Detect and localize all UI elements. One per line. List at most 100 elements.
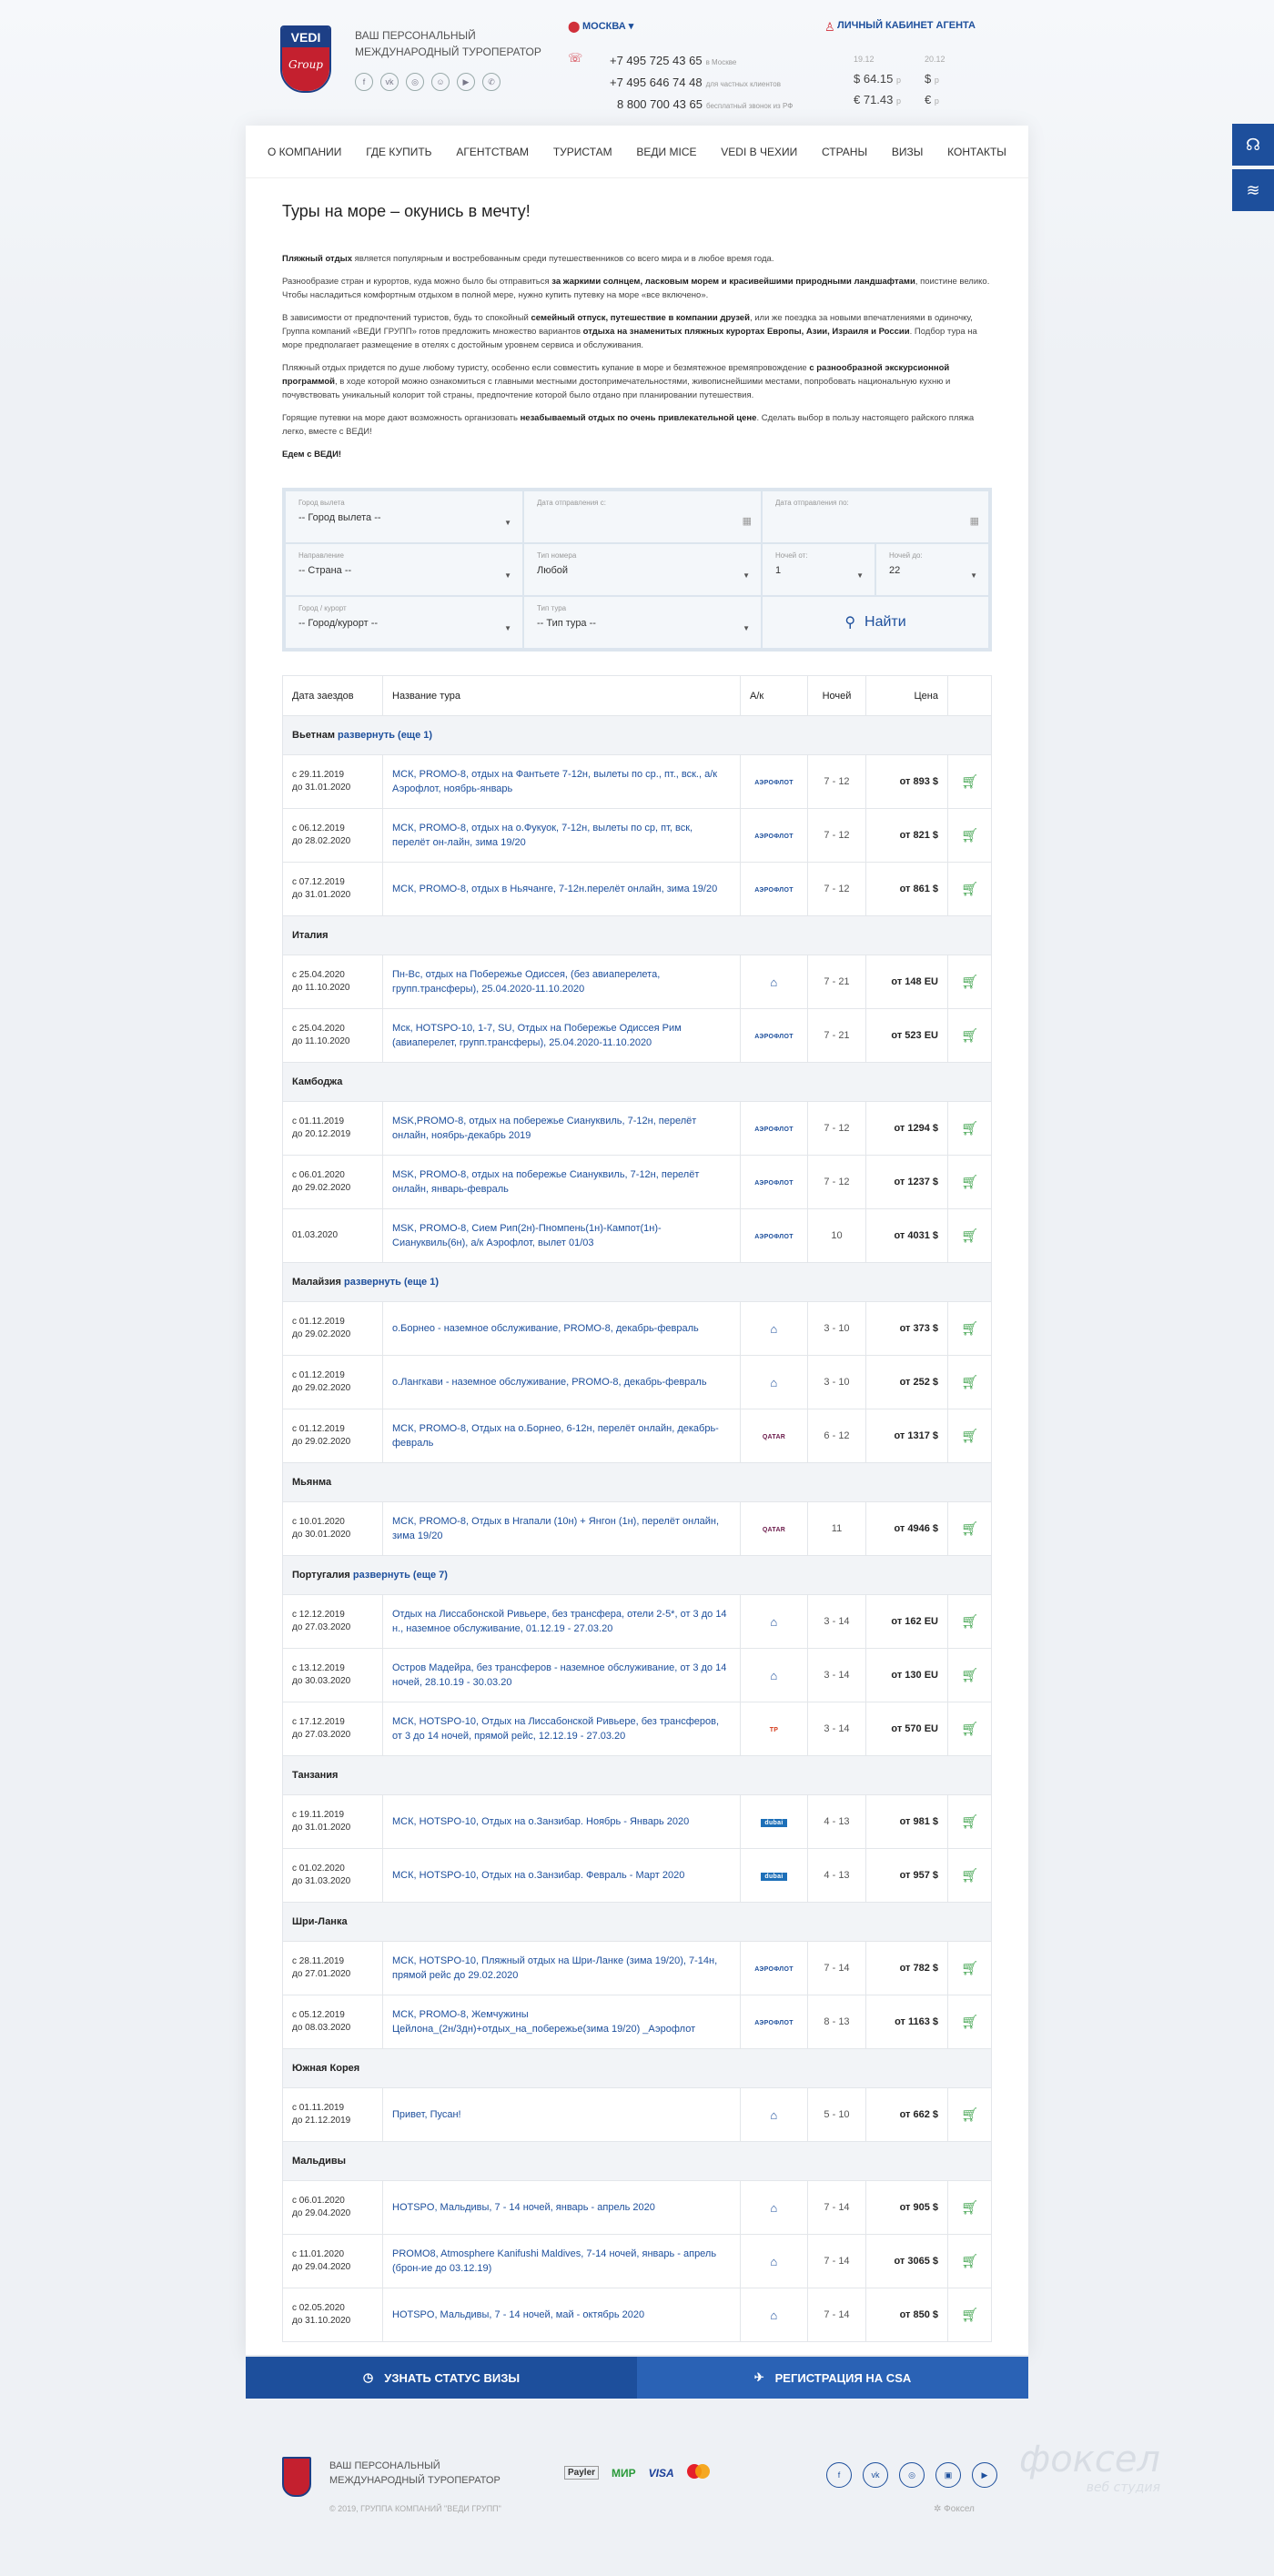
tour-link[interactable]: МСК, PROMO-8, Отдых в Нгапали (10н) + Ян… xyxy=(392,1516,719,1541)
tour-link[interactable]: МСК, PROMO-8, отдых на Фантьете 7-12н, в… xyxy=(392,769,717,794)
youtube-icon[interactable]: ▶ xyxy=(457,73,475,91)
cart-icon[interactable]: 🛒︎ xyxy=(947,2087,992,2142)
nav-where-buy[interactable]: ГДЕ КУПИТЬ xyxy=(357,126,440,177)
tour-link[interactable]: МСК, HOTSPO-10, Отдых на о.Занзибар. Ноя… xyxy=(392,1816,689,1827)
tour-link[interactable]: MSK,PROMO-8, отдых на побережье Сианукви… xyxy=(392,1116,696,1141)
instagram-icon[interactable]: ◎ xyxy=(899,2462,925,2488)
cart-icon[interactable]: 🛒︎ xyxy=(947,1794,992,1849)
cart-icon[interactable]: 🛒︎ xyxy=(947,1941,992,1995)
cart-icon[interactable]: 🛒︎ xyxy=(947,1155,992,1209)
date-to-field[interactable]: Дата отправления по: ▦ xyxy=(763,491,988,542)
vk-icon[interactable]: vk xyxy=(863,2462,888,2488)
agent-cabinet-link[interactable]: ЛИЧНЫЙ КАБИНЕТ АГЕНТА xyxy=(837,20,976,31)
nav-visas[interactable]: ВИЗЫ xyxy=(883,126,933,177)
vedi-logo[interactable]: VEDI Group xyxy=(280,25,331,93)
tour-link[interactable]: PROMO8, Atmosphere Kanifushi Maldives, 7… xyxy=(392,2248,716,2274)
nights-from-select[interactable]: Ночей от: 1 ▼ xyxy=(763,544,875,595)
tour-link[interactable]: МСК, PROMO-8, Отдых на о.Борнео, 6-12н, … xyxy=(392,1423,719,1449)
cart-icon[interactable]: 🛒︎ xyxy=(947,1355,992,1409)
tour-link[interactable]: МСК, PROMO-8, Жемчужины Цейлона_(2н/3дн)… xyxy=(392,2009,695,2035)
departure-city-select[interactable]: Город вылета -- Город вылета -- ▼ xyxy=(286,491,522,542)
calendar-icon[interactable]: ▦ xyxy=(743,515,752,527)
tour-link[interactable]: Привет, Пусан! xyxy=(392,2109,461,2120)
expand-link[interactable]: развернуть (еще 1) xyxy=(344,1277,439,1288)
visa-status-button[interactable]: ◷ УЗНАТЬ СТАТУС ВИЗЫ xyxy=(246,2357,637,2399)
cart-icon[interactable]: 🛒︎ xyxy=(947,1848,992,1903)
calendar-icon[interactable]: ▦ xyxy=(970,515,979,527)
cart-icon[interactable]: 🛒︎ xyxy=(947,808,992,863)
cart-icon[interactable]: 🛒︎ xyxy=(947,2180,992,2235)
nights-cell: 7 - 14 xyxy=(807,1941,866,1995)
expand-link[interactable]: развернуть (еще 7) xyxy=(353,1570,448,1581)
tour-link[interactable]: Остров Мадейра, без трансферов - наземно… xyxy=(392,1662,726,1688)
headset-icon[interactable]: ☊ xyxy=(1232,124,1274,166)
nav-countries[interactable]: СТРАНЫ xyxy=(813,126,876,177)
nights-to-select[interactable]: Ночей до: 22 ▼ xyxy=(876,544,988,595)
tour-link[interactable]: Мск, HOTSPO-10, 1-7, SU, Отдых на Побере… xyxy=(392,1023,682,1048)
tour-link[interactable]: МСК, HOTSPO-10, Отдых на Лиссабонской Ри… xyxy=(392,1716,719,1742)
nav-about[interactable]: О КОМПАНИИ xyxy=(258,126,350,177)
phone-free[interactable]: 8 800 700 43 65 бесплатный звонок из РФ xyxy=(610,95,793,116)
cart-icon[interactable]: 🛒︎ xyxy=(947,862,992,916)
cart-icon[interactable]: 🛒︎ xyxy=(947,1101,992,1156)
tour-link[interactable]: MSK, PROMO-8, Сием Рип(2н)-Пномпень(1н)-… xyxy=(392,1223,662,1248)
nav-tourists[interactable]: ТУРИСТАМ xyxy=(544,126,622,177)
cart-icon[interactable]: 🛒︎ xyxy=(947,1594,992,1649)
date-from: с 29.11.2019 xyxy=(292,770,345,780)
tour-link[interactable]: о.Борнео - наземное обслуживание, PROMO-… xyxy=(392,1323,699,1334)
cart-icon[interactable]: 🛒︎ xyxy=(947,1995,992,2049)
cart-icon[interactable]: 🛒︎ xyxy=(947,1208,992,1263)
date-to: до 29.04.2020 xyxy=(292,2208,351,2218)
facebook-icon[interactable]: f xyxy=(826,2462,852,2488)
rss-icon[interactable]: ≋ xyxy=(1232,169,1274,211)
tour-link[interactable]: МСК, PROMO-8, отдых в Ньячанге, 7-12н.пе… xyxy=(392,884,717,894)
resort-select[interactable]: Город / курорт -- Город/курорт -- ▼ xyxy=(286,597,522,648)
country-cell: Мьянма xyxy=(282,1462,992,1502)
dates-cell: с 10.01.2020 до 30.01.2020 xyxy=(282,1501,383,1556)
nav-czech[interactable]: VEDI В ЧЕХИИ xyxy=(712,126,806,177)
tour-link[interactable]: HOTSPO, Мальдивы, 7 - 14 ночей, январь -… xyxy=(392,2202,655,2213)
cart-icon[interactable]: 🛒︎ xyxy=(947,955,992,1009)
cart-icon[interactable]: 🛒︎ xyxy=(947,1409,992,1463)
nav-agencies[interactable]: АГЕНТСТВАМ xyxy=(447,126,538,177)
date-from-field[interactable]: Дата отправления с: ▦ xyxy=(524,491,761,542)
expand-link[interactable]: развернуть (еще 1) xyxy=(338,730,432,741)
phone-moscow[interactable]: +7 495 725 43 65 в Москве xyxy=(610,51,793,73)
cart-icon[interactable]: 🛒︎ xyxy=(947,2288,992,2342)
city-selector[interactable]: МОСКВА ▾ xyxy=(582,20,633,32)
odnoklassniki-icon[interactable]: ☺ xyxy=(431,73,450,91)
nav-mice[interactable]: ВЕДИ MICE xyxy=(627,126,705,177)
tour-name-cell: Привет, Пусан! xyxy=(382,2087,741,2142)
country-select[interactable]: Направление -- Страна -- ▼ xyxy=(286,544,522,595)
facebook-icon[interactable]: f xyxy=(355,73,373,91)
phone-private[interactable]: +7 495 646 74 48 для частных клиентов xyxy=(610,73,793,95)
whatsapp-icon[interactable]: ✆ xyxy=(482,73,500,91)
tour-link[interactable]: МСК, HOTSPO-10, Пляжный отдых на Шри-Лан… xyxy=(392,1955,717,1981)
phone-list: +7 495 725 43 65 в Москве +7 495 646 74 4… xyxy=(610,51,793,116)
cart-icon[interactable]: 🛒︎ xyxy=(947,1501,992,1556)
youtube-icon[interactable]: ▶ xyxy=(972,2462,997,2488)
cart-icon[interactable]: 🛒︎ xyxy=(947,754,992,809)
cart-icon[interactable]: 🛒︎ xyxy=(947,1301,992,1356)
tour-link[interactable]: MSK, PROMO-8, отдых на побережье Сианукв… xyxy=(392,1169,699,1195)
cart-icon[interactable]: 🛒︎ xyxy=(947,2234,992,2288)
csa-registration-button[interactable]: ✈ РЕГИСТРАЦИЯ НА CSA xyxy=(637,2357,1028,2399)
instagram-icon[interactable]: ◎ xyxy=(406,73,424,91)
tour-link[interactable]: Отдых на Лиссабонской Ривьере, без транс… xyxy=(392,1609,727,1634)
cart-icon[interactable]: 🛒︎ xyxy=(947,1008,992,1063)
tour-link[interactable]: МСК, PROMO-8, отдых на о.Фукуок, 7-12н, … xyxy=(392,823,693,848)
nav-contacts[interactable]: КОНТАКТЫ xyxy=(938,126,1016,177)
facebook-square-icon[interactable]: ▣ xyxy=(935,2462,961,2488)
cart-icon[interactable]: 🛒︎ xyxy=(947,1702,992,1756)
find-button[interactable]: ⚲ Найти xyxy=(763,597,988,648)
vk-icon[interactable]: vk xyxy=(380,73,399,91)
foxel-small-link[interactable]: ✲ Фоксел xyxy=(934,2504,975,2514)
room-type-select[interactable]: Тип номера Любой ▼ xyxy=(524,544,761,595)
tour-link[interactable]: Пн-Вс, отдых на Побережье Одиссея, (без … xyxy=(392,969,660,995)
tour-link[interactable]: о.Лангкави - наземное обслуживание, PROM… xyxy=(392,1377,707,1388)
tour-type-select[interactable]: Тип тура -- Тип тура -- ▼ xyxy=(524,597,761,648)
tour-link[interactable]: МСК, HOTSPO-10, Отдых на о.Занзибар. Фев… xyxy=(392,1870,684,1881)
cart-icon[interactable]: 🛒︎ xyxy=(947,1648,992,1702)
tour-link[interactable]: HOTSPO, Мальдивы, 7 - 14 ночей, май - ок… xyxy=(392,2309,644,2320)
footer-logo[interactable] xyxy=(282,2457,311,2497)
